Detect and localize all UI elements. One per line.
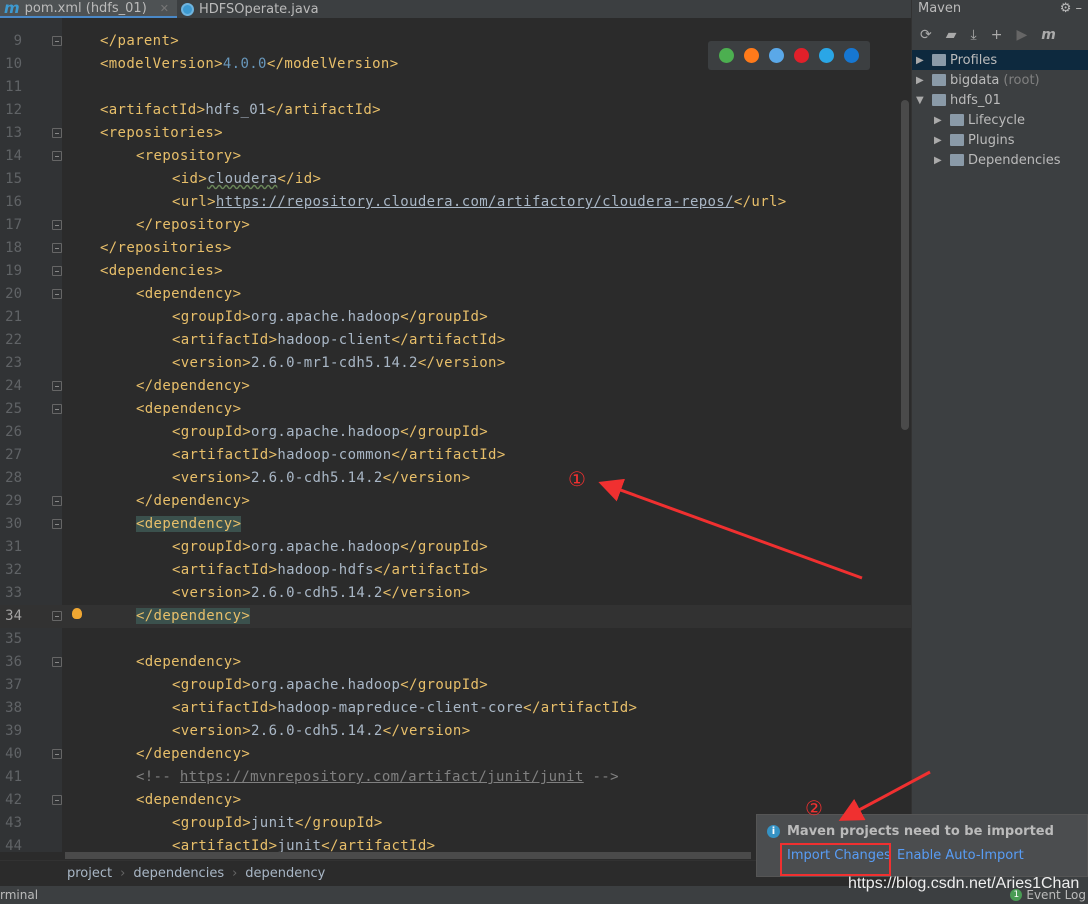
annotation-arrow-1 xyxy=(598,478,863,580)
annotation-arrow-2 xyxy=(838,770,931,821)
watermark: https://blog.csdn.net/Aries1Chan xyxy=(848,875,1080,892)
annotation-arrows xyxy=(598,478,931,821)
